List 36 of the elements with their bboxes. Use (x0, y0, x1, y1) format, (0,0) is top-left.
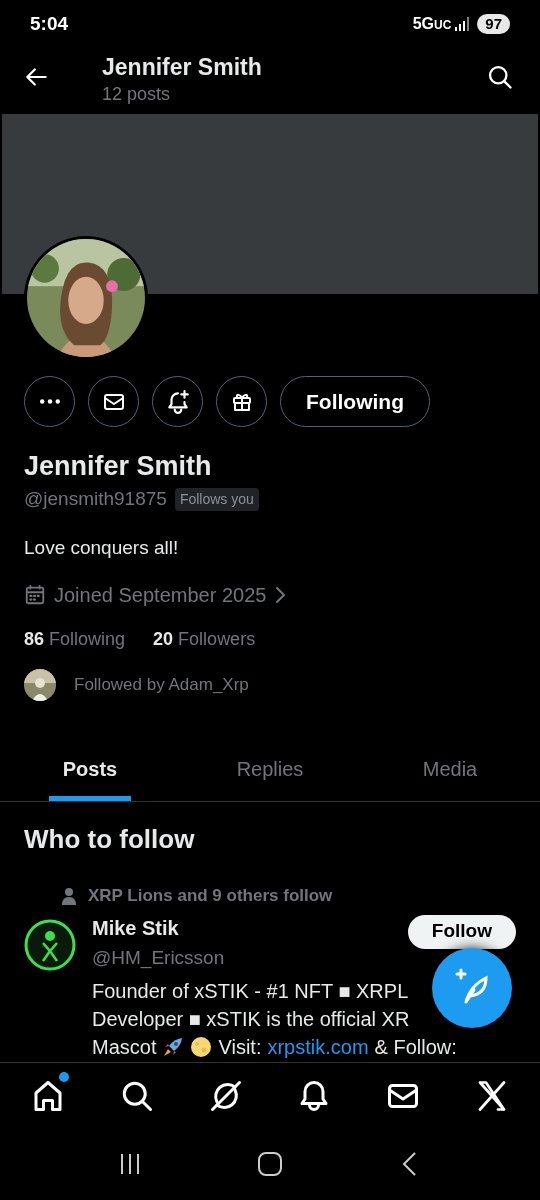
bio-text: Developer ■ xSTIK is the official XR (92, 1006, 410, 1032)
person-icon (60, 886, 78, 905)
follower-avatar (24, 669, 56, 701)
profile-tab[interactable]: Replies (222, 757, 318, 801)
follow-button[interactable]: Follow (407, 914, 516, 949)
status-time: 5:04 (30, 11, 69, 36)
profile-name: Jennifer Smith (24, 450, 213, 483)
suggestion-avatar[interactable] (24, 918, 76, 971)
section-title: Who to follow (24, 824, 195, 854)
stat-link[interactable]: 20 Followers (153, 626, 256, 653)
bio-text: & Follow: (374, 1034, 457, 1060)
profile-tab[interactable]: Posts (48, 757, 132, 801)
calendar-icon (24, 584, 46, 606)
bio-text: Visit: (218, 1034, 262, 1060)
joined-date[interactable]: Joined September 2025 (54, 580, 267, 610)
home-button[interactable] (257, 1151, 283, 1177)
followed-by-text[interactable]: Followed by Adam_Xrp (74, 672, 249, 698)
bio-text: Mascot (92, 1034, 157, 1060)
header-title: Jennifer Smith (102, 53, 263, 82)
profile-tab[interactable]: Media (408, 757, 492, 801)
network-type: 5GUC (412, 14, 452, 34)
bio-link[interactable]: xrpstik.com (267, 1031, 369, 1062)
social-context: XRP Lions and 9 others follow (88, 885, 333, 907)
more-icon (39, 399, 60, 404)
suggestion-handle: @HM_Ericsson (92, 945, 225, 971)
stat-link[interactable]: 86 Following (24, 626, 126, 653)
rocket-icon (162, 1035, 185, 1058)
post-count: 12 posts (102, 83, 172, 106)
follows-you-badge: Follows you (174, 487, 259, 511)
signal-icon (455, 17, 470, 31)
bio-text: Founder of xSTIK - #1 NFT ■ XRPL (92, 978, 409, 1004)
suggestion-name[interactable]: Mike Stik (92, 914, 225, 941)
profile-bio: Love conquers all! (24, 535, 180, 560)
moon-icon (190, 1035, 213, 1058)
profile-handle: @jensmith91875 (24, 487, 167, 511)
battery-level: 97 (477, 14, 510, 34)
